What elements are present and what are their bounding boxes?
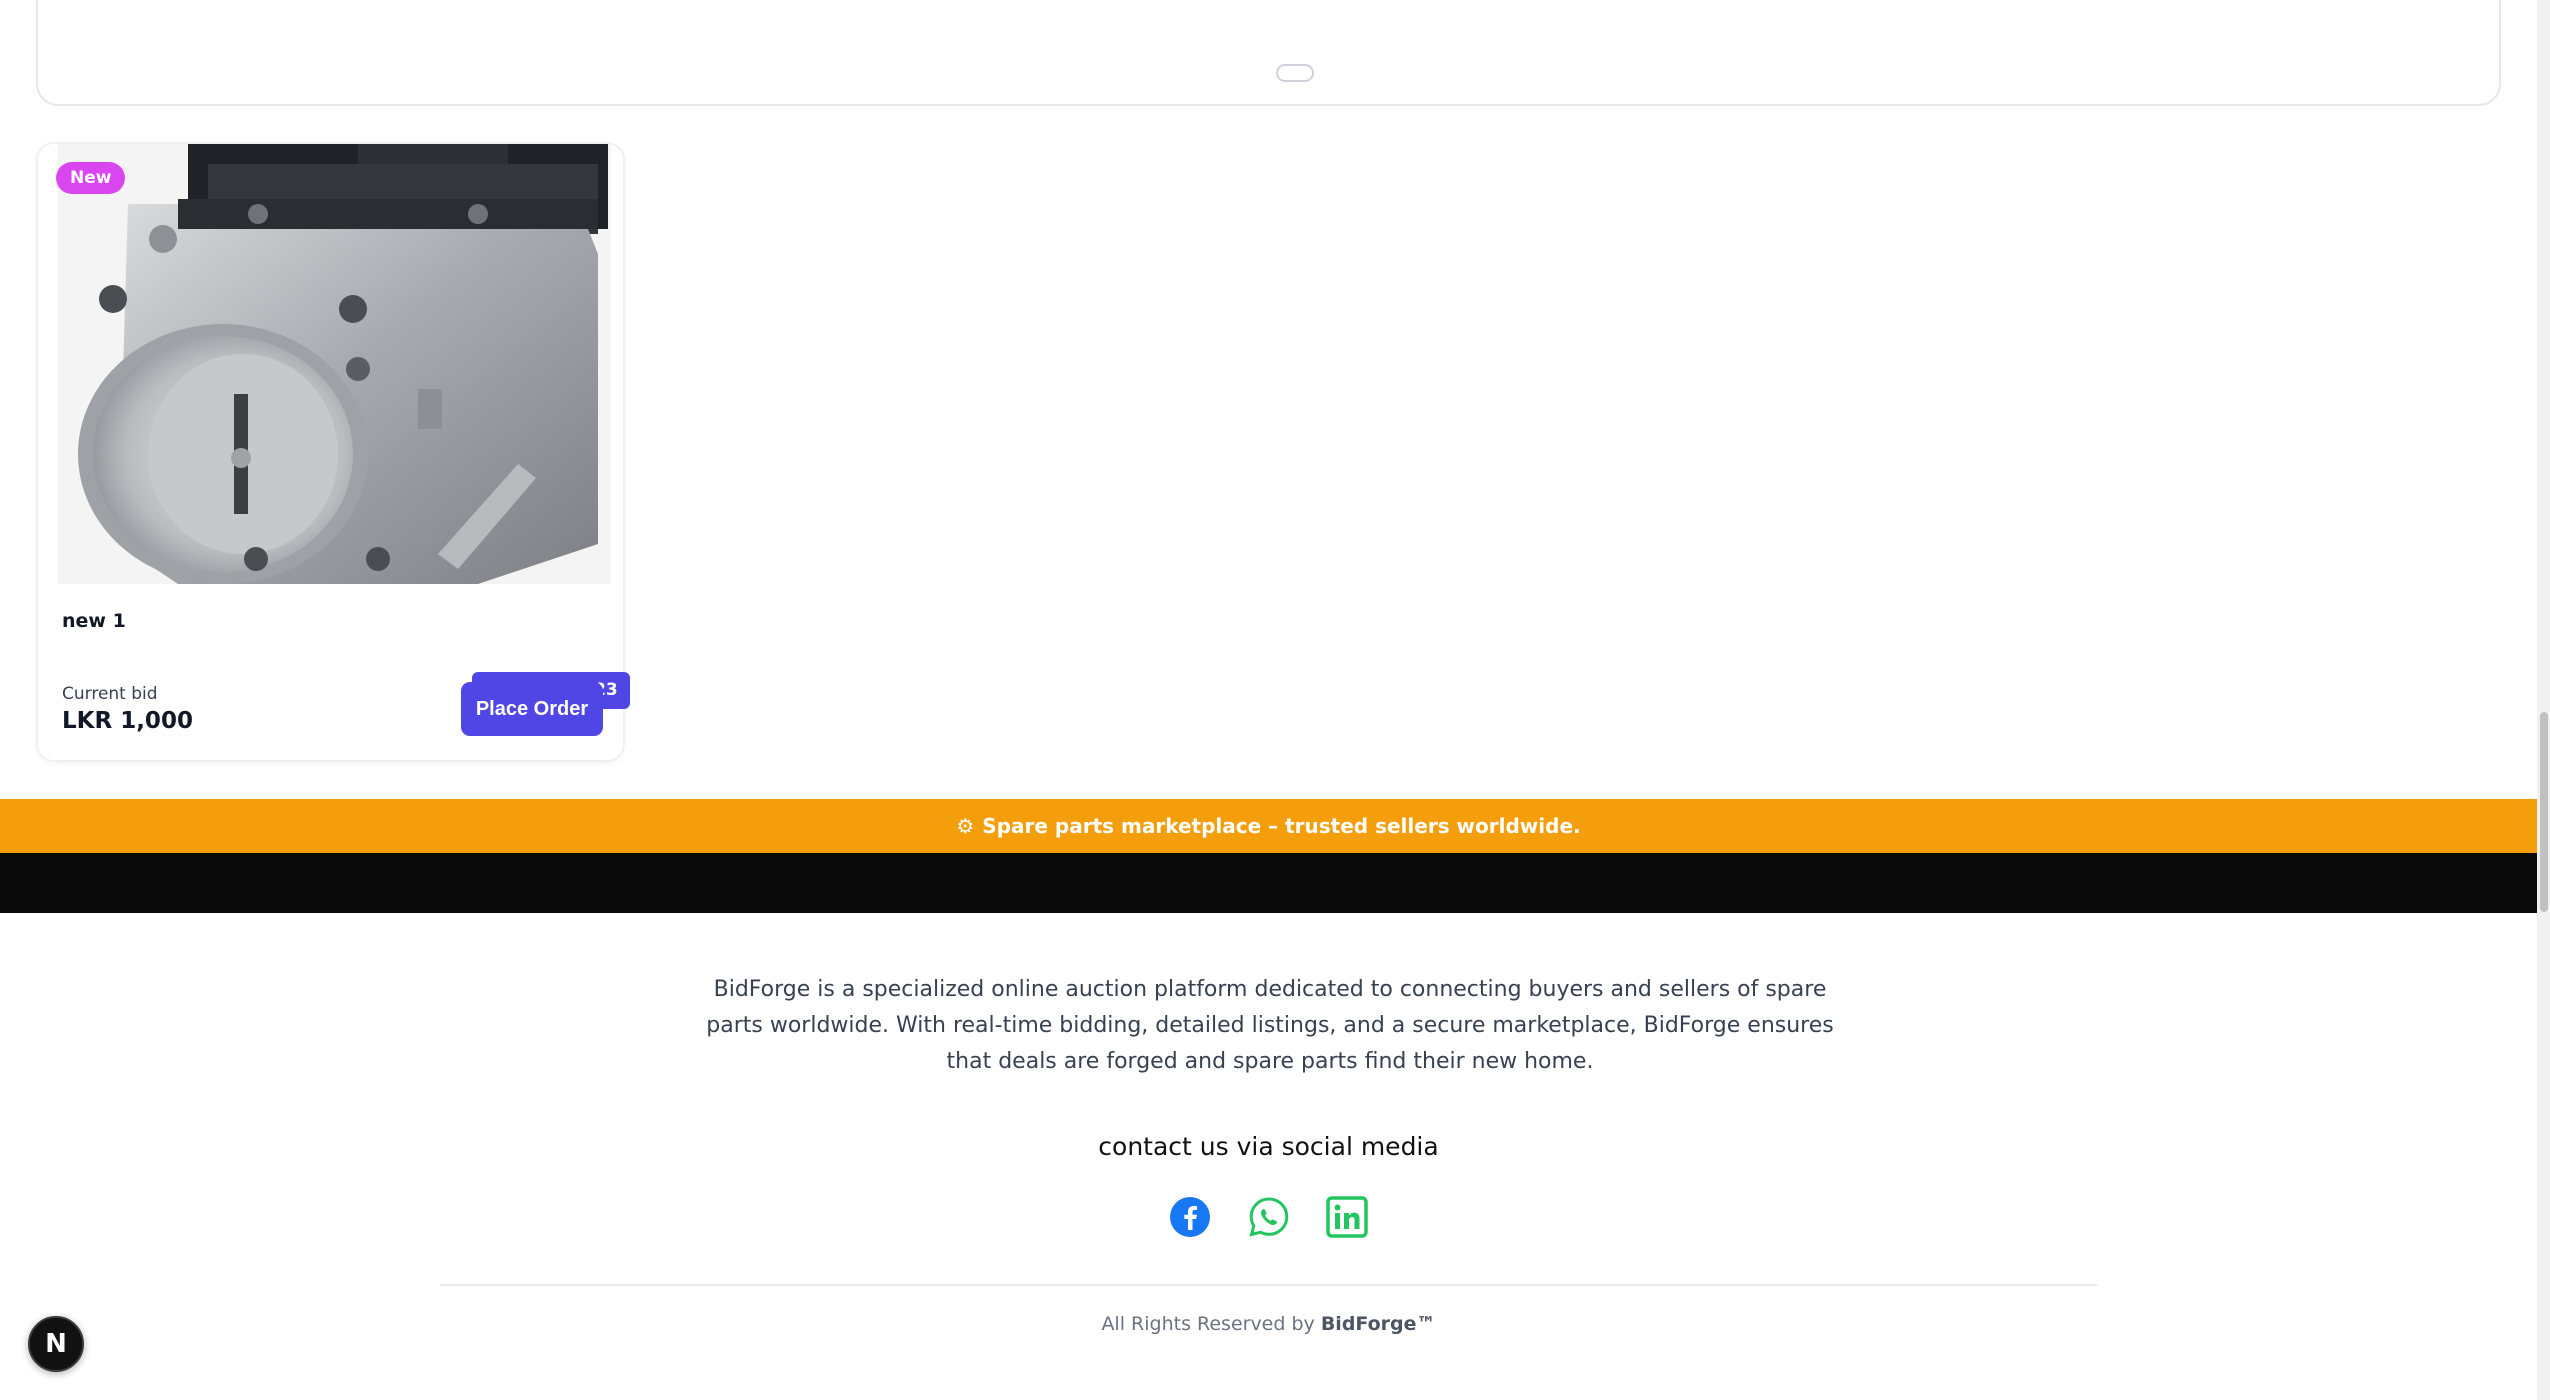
product-image[interactable]	[58, 144, 611, 584]
scrollbar-thumb[interactable]	[2540, 712, 2548, 912]
place-order-button[interactable]: Place Order	[461, 682, 603, 736]
linkedin-icon[interactable]	[1326, 1196, 1368, 1238]
whatsapp-icon[interactable]	[1248, 1196, 1290, 1238]
page-scrollbar[interactable]	[2537, 0, 2550, 1400]
copyright-text: All Rights Reserved by BidForge™	[0, 1313, 2537, 1335]
facebook-icon[interactable]	[1169, 1196, 1211, 1238]
footer-top-strip	[0, 853, 2537, 913]
throttle-body-image	[58, 144, 611, 584]
current-bid-value: LKR 1,000	[62, 708, 193, 734]
gear-icon: ⚙	[956, 814, 975, 838]
banner-text: Spare parts marketplace – trusted seller…	[982, 814, 1581, 838]
announcement-banner: ⚙ Spare parts marketplace – trusted selle…	[0, 799, 2537, 853]
footer-divider	[440, 1284, 2097, 1286]
rights-brand: BidForge™	[1320, 1313, 1436, 1335]
rights-prefix: All Rights Reserved by	[1101, 1313, 1315, 1335]
carousel-panel	[36, 0, 2501, 106]
product-card[interactable]: New ⏱6d 20:23:23 new 1 Current bid LKR 1…	[36, 142, 630, 762]
dev-tools-button[interactable]: N	[28, 1316, 84, 1372]
new-badge: New	[56, 162, 126, 194]
footer-description: BidForge is a specialized online auction…	[706, 977, 1834, 1074]
carousel-scroll-handle[interactable]	[1276, 64, 1314, 82]
product-title[interactable]: new 1	[62, 610, 126, 632]
current-bid-label: Current bid	[62, 684, 158, 704]
contact-heading: contact us via social media	[1098, 1132, 1439, 1161]
